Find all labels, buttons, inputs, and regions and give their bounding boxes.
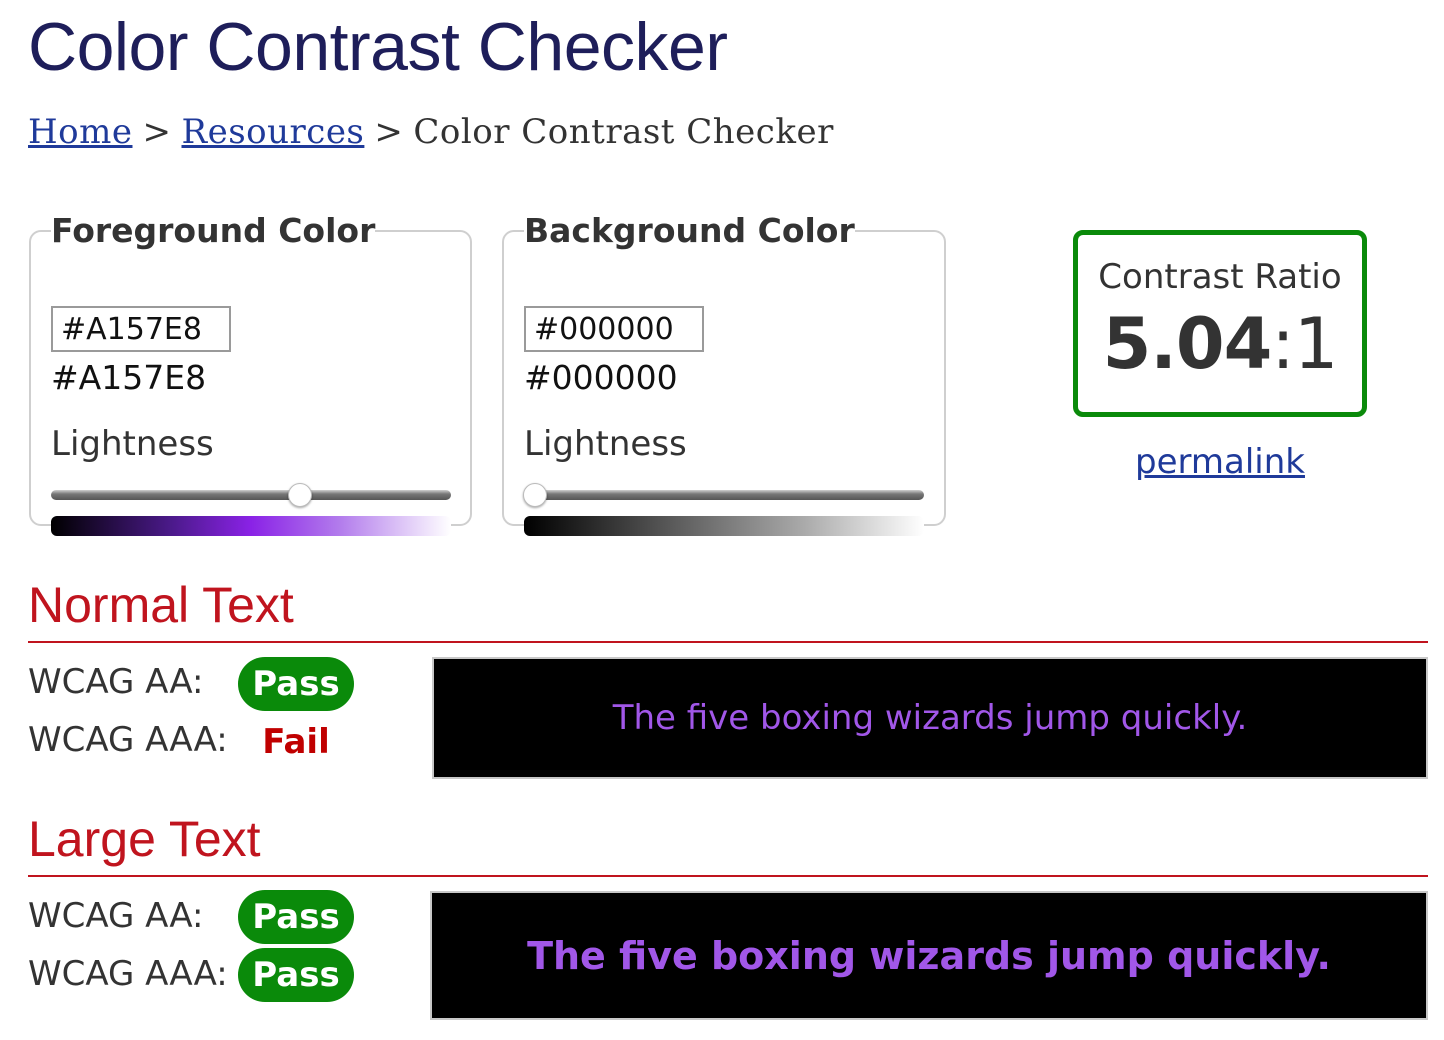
normal-text-heading: Normal Text: [28, 577, 294, 633]
normal-wcag-aa-label: WCAG AA:: [28, 662, 204, 702]
foreground-lightness-slider-thumb[interactable]: [288, 483, 312, 507]
normal-wcag-aaa-label: WCAG AAA:: [28, 720, 228, 760]
large-text-heading: Large Text: [28, 811, 261, 867]
foreground-hex-input[interactable]: [51, 306, 231, 352]
contrast-ratio-label: Contrast Ratio: [1098, 257, 1342, 297]
breadcrumb: Home > Resources > Color Contrast Checker: [28, 112, 834, 152]
page-title: Color Contrast Checker: [28, 9, 728, 85]
background-color-panel: Background Color #000000 Lightness: [502, 211, 946, 536]
large-text-divider: [28, 875, 1428, 877]
normal-text-divider: [28, 641, 1428, 643]
foreground-lightness-gradient: [51, 516, 451, 536]
breadcrumb-home-link[interactable]: Home: [28, 112, 132, 152]
large-wcag-aa-badge: Pass: [238, 890, 354, 944]
large-wcag-aaa-badge: Pass: [238, 948, 354, 1002]
foreground-lightness-slider[interactable]: [51, 483, 451, 507]
large-wcag-aaa-label: WCAG AAA:: [28, 954, 228, 994]
large-wcag-aa-label: WCAG AA:: [28, 896, 204, 936]
normal-text-sample: The five boxing wizards jump quickly.: [612, 698, 1248, 738]
background-lightness-label: Lightness: [524, 424, 687, 464]
background-color-legend: Background Color: [524, 211, 855, 250]
background-hex-input[interactable]: [524, 306, 704, 352]
contrast-ratio-value: 5.04:1: [1078, 303, 1362, 385]
contrast-ratio-number: 5.04: [1102, 303, 1273, 385]
foreground-lightness-label: Lightness: [51, 424, 214, 464]
breadcrumb-separator: >: [374, 112, 404, 152]
background-hex-display: #000000: [524, 358, 678, 397]
breadcrumb-current: Color Contrast Checker: [413, 112, 834, 152]
foreground-color-legend: Foreground Color: [51, 211, 376, 250]
normal-wcag-aaa-badge: Fail: [262, 722, 330, 762]
background-lightness-slider-thumb[interactable]: [523, 483, 547, 507]
foreground-color-panel: Foreground Color #A157E8 Lightness: [29, 211, 472, 536]
foreground-hex-display: #A157E8: [51, 358, 207, 397]
breadcrumb-separator: >: [142, 112, 172, 152]
large-text-sample: The five boxing wizards jump quickly.: [527, 933, 1331, 978]
background-lightness-gradient: [524, 516, 924, 536]
breadcrumb-resources-link[interactable]: Resources: [181, 112, 364, 152]
contrast-ratio-suffix: :1: [1271, 303, 1338, 385]
permalink-link[interactable]: permalink: [1073, 442, 1367, 482]
normal-wcag-aa-badge: Pass: [238, 657, 354, 711]
contrast-ratio-box: Contrast Ratio 5.04:1: [1073, 230, 1367, 417]
background-lightness-slider[interactable]: [523, 483, 924, 507]
normal-text-preview: The five boxing wizards jump quickly.: [432, 657, 1428, 779]
large-text-preview: The five boxing wizards jump quickly.: [430, 891, 1428, 1020]
